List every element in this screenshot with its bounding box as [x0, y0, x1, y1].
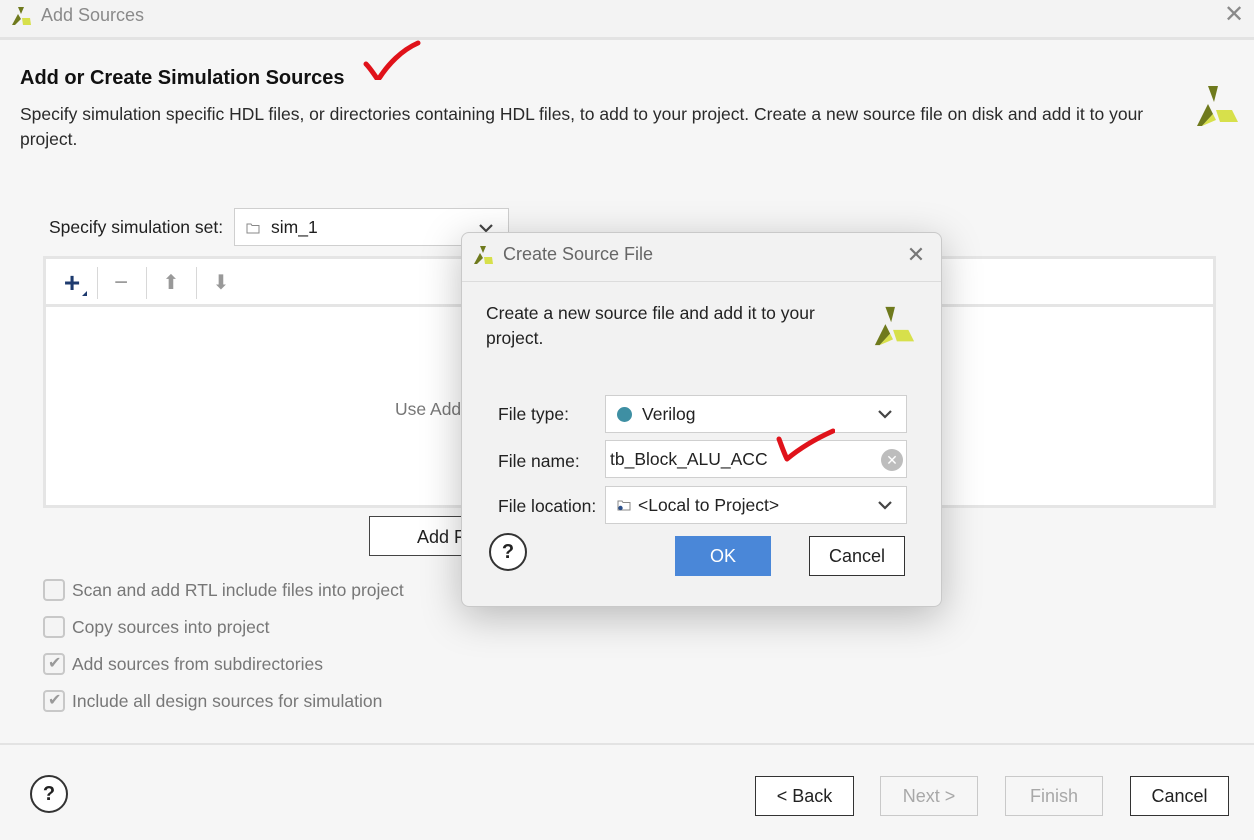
chevron-down-icon[interactable]: [876, 496, 894, 514]
dialog-close-button[interactable]: ✕: [904, 242, 928, 268]
help-icon[interactable]: ?: [30, 775, 68, 813]
checkbox[interactable]: [43, 579, 65, 601]
clear-input-icon[interactable]: ✕: [881, 449, 903, 471]
dialog-description: Create a new source file and add it to y…: [486, 303, 815, 348]
check-icon: ✔: [48, 655, 62, 672]
move-up-button[interactable]: ⬆: [153, 267, 189, 299]
move-down-button[interactable]: ⬇: [203, 267, 239, 299]
footer-separator: [0, 743, 1254, 745]
file-location-select[interactable]: <Local to Project>: [605, 486, 907, 524]
dialog-title: Create Source File: [503, 244, 654, 264]
option-label: Scan and add RTL include files into proj…: [72, 580, 404, 600]
window-close-button[interactable]: ✕: [1222, 2, 1246, 28]
page-heading: Add or Create Simulation Sources: [20, 67, 345, 89]
option-label: Add sources from subdirectories: [72, 654, 323, 674]
back-button[interactable]: < Back: [755, 776, 854, 816]
xilinx-logo-icon: [12, 7, 31, 25]
option-label: Include all design sources for simulatio…: [72, 691, 383, 711]
file-name-label: File name:: [498, 451, 580, 471]
dialog-help-icon[interactable]: ?: [489, 533, 527, 571]
simulation-set-value: sim_1: [271, 217, 318, 237]
toolbar-divider: [196, 267, 197, 299]
toolbar-divider: [146, 267, 147, 299]
xilinx-logo-icon: [474, 246, 493, 264]
title-bar: Add Sources ✕: [0, 0, 1254, 37]
toolbar-divider: [97, 267, 98, 299]
finish-button[interactable]: Finish: [1005, 776, 1103, 816]
checkbox[interactable]: ✔: [43, 653, 65, 675]
dialog-separator: [462, 281, 941, 282]
dialog-title-bar: Create Source File ✕: [462, 233, 941, 279]
checkbox[interactable]: [43, 616, 65, 638]
red-checkmark-icon: [776, 428, 835, 462]
folder-icon: [246, 223, 260, 234]
create-source-file-dialog: Create Source File ✕ Create a new source…: [461, 232, 942, 607]
file-type-value: Verilog: [642, 404, 696, 424]
title-separator: [0, 37, 1254, 40]
file-type-label: File type:: [498, 404, 569, 424]
file-name-value: tb_Block_ALU_ACC: [610, 449, 768, 469]
files-empty-hint: Use Add: [395, 399, 462, 419]
verilog-icon: [617, 407, 632, 422]
ok-button[interactable]: OK: [675, 536, 771, 576]
red-checkmark-icon: [363, 40, 421, 80]
xilinx-logo-icon: [874, 306, 915, 346]
next-button[interactable]: Next >: [880, 776, 978, 816]
simulation-set-label: Specify simulation set:: [49, 217, 224, 237]
check-icon: ✔: [48, 692, 62, 709]
option-label: Copy sources into project: [72, 617, 270, 637]
xilinx-logo-icon: [1197, 86, 1238, 126]
file-type-select[interactable]: Verilog: [605, 395, 907, 433]
chevron-down-icon[interactable]: [876, 405, 894, 423]
remove-source-button[interactable]: −: [103, 267, 139, 299]
folder-icon: [617, 500, 631, 511]
file-name-input[interactable]: tb_Block_ALU_ACC ✕: [605, 440, 907, 478]
cancel-button[interactable]: Cancel: [1130, 776, 1229, 816]
checkbox[interactable]: ✔: [43, 690, 65, 712]
file-location-label: File location:: [498, 496, 597, 516]
dropdown-corner-icon: [82, 291, 87, 296]
file-location-value: <Local to Project>: [638, 495, 780, 515]
page-description: Specify simulation specific HDL files, o…: [20, 104, 1144, 149]
window-title: Add Sources: [41, 5, 145, 25]
dialog-cancel-button[interactable]: Cancel: [809, 536, 905, 576]
